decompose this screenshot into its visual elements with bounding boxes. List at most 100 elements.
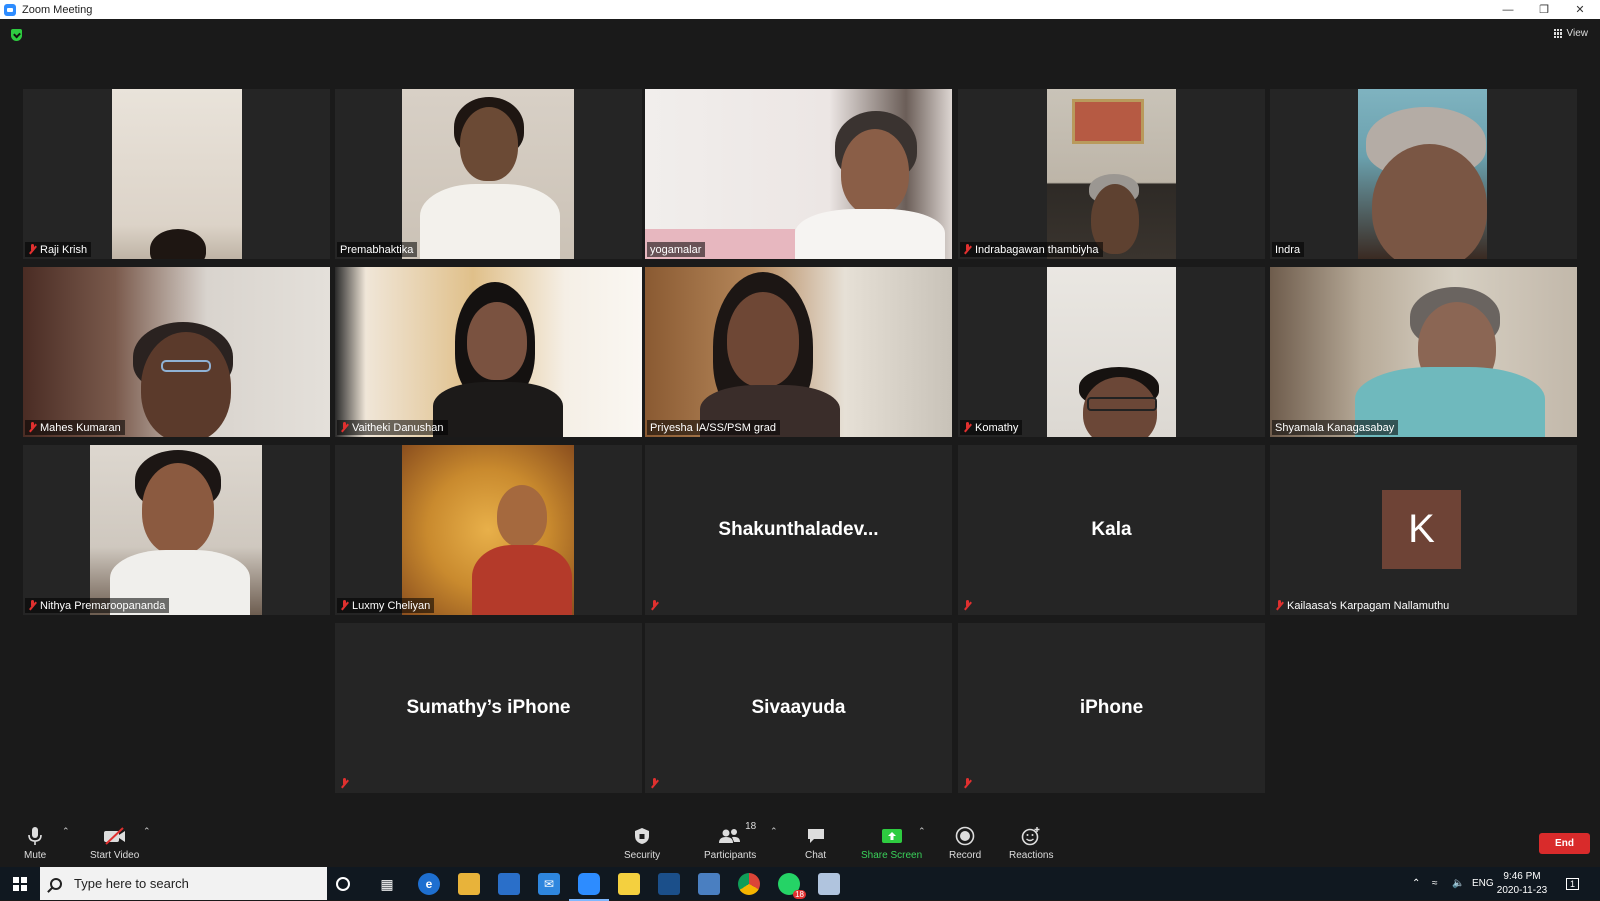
participants-options-caret[interactable]: ⌃ — [770, 826, 778, 837]
mute-button[interactable]: Mute — [24, 825, 46, 861]
participant-video — [112, 89, 242, 259]
participant-video — [1270, 267, 1577, 437]
participant-nameplate: Kailaasa's Karpagam Nallamuthu — [1272, 598, 1453, 613]
participant-nameplate: yogamalar — [647, 242, 706, 257]
windows-logo-icon — [13, 876, 27, 891]
windows-taskbar: Type here to search ▦ e ✉ 18 ⌃ ≈ 🔈 ENG 9… — [0, 867, 1600, 901]
file-explorer-icon[interactable] — [458, 873, 480, 895]
participant-video — [645, 89, 952, 259]
taskbar-search-box[interactable]: Type here to search — [40, 867, 327, 900]
participant-nameplate: Mahes Kumaran — [25, 420, 125, 435]
share-screen-icon — [881, 825, 903, 847]
app-window-icon[interactable] — [698, 873, 720, 895]
title-bar: Zoom Meeting — ❐ ✕ — [0, 0, 1600, 19]
language-indicator[interactable]: ENG — [1472, 867, 1494, 900]
participant-nameplate — [960, 776, 976, 791]
notification-count: 1 — [1566, 877, 1580, 890]
mail-icon[interactable]: ✉ — [538, 873, 560, 895]
clock[interactable]: 9:46 PM 2020-11-23 — [1494, 870, 1550, 898]
participant-name-large: Sivaayuda — [751, 697, 846, 718]
participant-nameplate: Premabhaktika — [337, 242, 418, 257]
view-button[interactable]: View — [1553, 28, 1589, 39]
participant-tile[interactable]: Indrabagawan thambiyha — [958, 89, 1265, 259]
video-off-icon — [103, 825, 127, 847]
cortana-icon[interactable] — [336, 877, 350, 891]
restore-button[interactable]: ❐ — [1526, 0, 1562, 19]
participant-tile[interactable]: Kala — [958, 445, 1265, 615]
grid-view-icon — [1553, 29, 1563, 38]
edge-browser-icon[interactable]: e — [418, 873, 440, 895]
participant-nameplate: Vaitheki Danushan — [337, 420, 448, 435]
zoom-taskbar-icon[interactable] — [569, 873, 609, 901]
participant-tile[interactable]: Shyamala Kanagasabay — [1270, 267, 1577, 437]
zoom-app-icon — [4, 3, 16, 16]
store-icon[interactable] — [498, 873, 520, 895]
participant-name-large: Sumathy’s iPhone — [406, 697, 571, 718]
participant-tile[interactable]: Premabhaktika — [335, 89, 642, 259]
sticky-notes-icon[interactable] — [618, 873, 640, 895]
minimize-button[interactable]: — — [1490, 0, 1526, 19]
participant-name-large: Kala — [1091, 519, 1132, 540]
network-icon[interactable]: ≈ — [1432, 867, 1438, 900]
share-screen-button[interactable]: Share Screen — [861, 825, 922, 861]
whatsapp-badge: 18 — [793, 890, 806, 899]
whatsapp-icon[interactable]: 18 — [778, 873, 806, 899]
participant-tile[interactable]: iPhone — [958, 623, 1265, 793]
participant-video — [90, 445, 262, 615]
muted-mic-icon — [28, 422, 37, 433]
participant-nameplate — [647, 598, 663, 613]
mute-options-caret[interactable]: ⌃ — [62, 826, 70, 837]
participant-tile[interactable]: Indra — [1270, 89, 1577, 259]
participant-tile[interactable]: Shakunthaladev... — [645, 445, 952, 615]
encryption-shield-icon[interactable] — [11, 29, 22, 41]
photos-icon[interactable] — [658, 873, 680, 895]
tray-expand-icon[interactable]: ⌃ — [1412, 867, 1420, 900]
participant-video — [402, 89, 574, 259]
participants-button[interactable]: 18 Participants — [704, 821, 756, 861]
participants-count: 18 — [745, 821, 757, 832]
share-options-caret[interactable]: ⌃ — [918, 826, 926, 837]
search-icon — [50, 877, 62, 890]
participant-tile[interactable]: Vaitheki Danushan — [335, 267, 642, 437]
notifications-icon[interactable]: 1 — [1566, 867, 1580, 900]
video-options-caret[interactable]: ⌃ — [143, 826, 151, 837]
task-view-icon[interactable]: ▦ — [376, 873, 398, 895]
participant-tile[interactable]: Komathy — [958, 267, 1265, 437]
meeting-toolbar: Mute ⌃ Start Video ⌃ Security 18 Partici… — [0, 815, 1600, 867]
participant-nameplate — [960, 598, 976, 613]
participant-tile[interactable]: Sivaayuda — [645, 623, 952, 793]
clock-time: 9:46 PM — [1503, 871, 1541, 882]
chat-bubble-icon — [806, 825, 826, 847]
clock-date: 2020-11-23 — [1496, 885, 1548, 896]
participant-video — [402, 445, 574, 615]
muted-mic-icon — [1275, 600, 1284, 611]
reactions-button[interactable]: Reactions — [1009, 825, 1053, 861]
participant-tile[interactable]: Nithya Premaroopananda — [23, 445, 330, 615]
start-video-button[interactable]: Start Video — [90, 825, 139, 861]
view-label: View — [1566, 28, 1589, 39]
participant-tile[interactable]: K Kailaasa's Karpagam Nallamuthu — [1270, 445, 1577, 615]
chrome-browser-icon[interactable] — [738, 873, 760, 895]
participant-tile[interactable]: Raji Krish — [23, 89, 330, 259]
volume-icon[interactable]: 🔈 — [1452, 867, 1464, 900]
muted-mic-icon — [28, 600, 37, 611]
participant-tile[interactable]: Priyesha IA/SS/PSM grad — [645, 267, 952, 437]
end-meeting-button[interactable]: End — [1539, 833, 1590, 854]
security-shield-icon — [634, 825, 650, 847]
chat-button[interactable]: Chat — [805, 825, 826, 861]
participant-tile-active-speaker[interactable]: yogamalar — [645, 89, 952, 259]
start-button[interactable] — [0, 867, 40, 900]
participant-tile[interactable]: Sumathy’s iPhone — [335, 623, 642, 793]
record-icon — [955, 825, 975, 847]
security-button[interactable]: Security — [624, 825, 660, 861]
close-button[interactable]: ✕ — [1562, 0, 1598, 19]
participant-tile[interactable]: Mahes Kumaran — [23, 267, 330, 437]
muted-mic-icon — [963, 600, 972, 611]
record-button[interactable]: Record — [949, 825, 981, 861]
participant-video — [23, 267, 330, 437]
participant-tile[interactable]: Luxmy Cheliyan — [335, 445, 642, 615]
participant-video — [645, 267, 952, 437]
meeting-area: View Raji Krish Premabhaktika yogamalar — [0, 19, 1600, 815]
muted-mic-icon — [963, 422, 972, 433]
app-icon[interactable] — [818, 873, 840, 895]
